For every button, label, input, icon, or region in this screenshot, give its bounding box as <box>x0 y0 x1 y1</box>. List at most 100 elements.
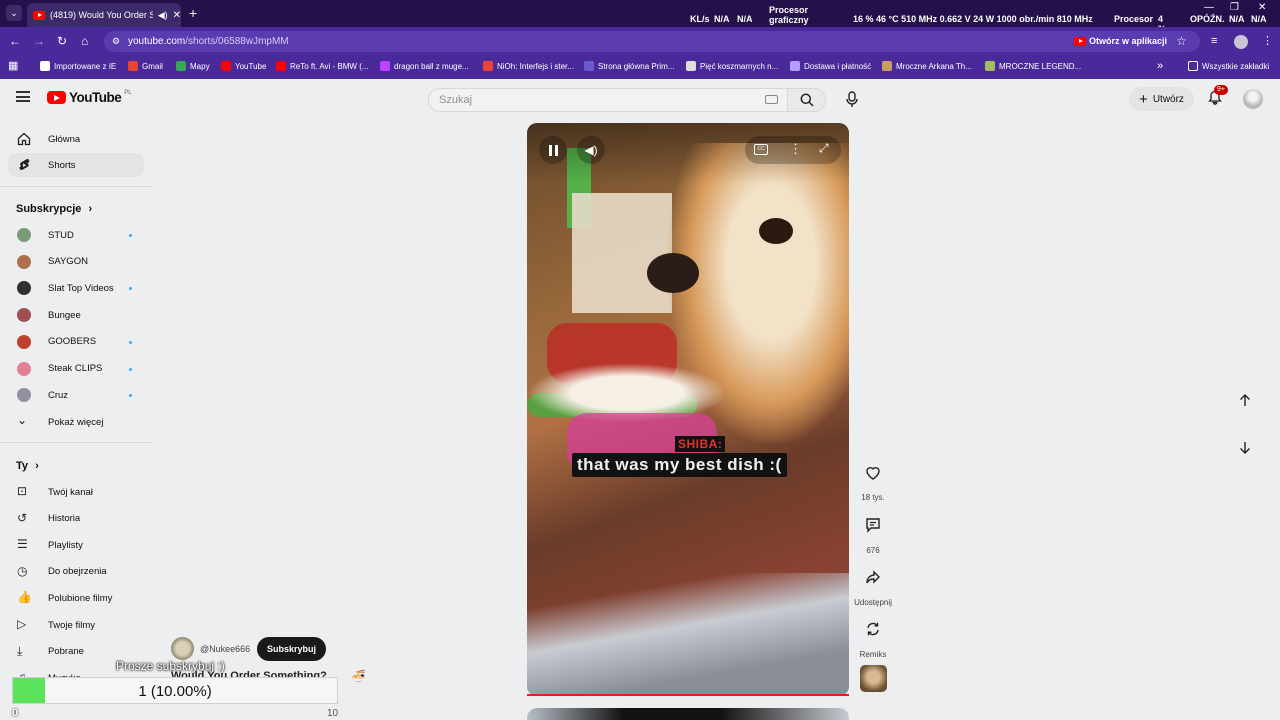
short-video-player[interactable]: ◀) CC ⋮ ⤢ <box>527 123 849 696</box>
browser-tab-bar: ⌄ (4819) Would You Order So ◀) ✕ + KL/s … <box>0 0 1280 34</box>
fullscreen-icon[interactable]: ⤢ <box>819 141 829 156</box>
sidebar-item-you[interactable]: ▷ Twoje filmy <box>8 613 144 637</box>
subscribe-goal-bar: 1 (10.00%) <box>12 677 338 704</box>
bookmark-label: Importowane z IE <box>54 61 117 71</box>
caption-text: that was my best dish :( <box>572 453 787 477</box>
reload-icon[interactable]: ↻ <box>57 35 67 47</box>
playlist-icon: ☰ <box>17 537 28 552</box>
bookmark-favicon-icon <box>40 61 50 71</box>
sidebar-item-you[interactable]: ☰ Playlisty <box>8 533 144 557</box>
comment-icon <box>866 518 880 533</box>
bookmark-label: Dostawa i płatność <box>804 61 872 71</box>
video-progress-bar[interactable] <box>527 694 849 696</box>
bookmark-item[interactable]: Importowane z IE <box>40 61 116 71</box>
captions-icon[interactable]: CC <box>754 144 768 155</box>
you-header[interactable]: Ty › <box>16 460 39 472</box>
restore-icon[interactable]: ❐ <box>1230 2 1239 14</box>
new-tab-button[interactable]: + <box>189 6 197 20</box>
hw-na1: N/A <box>714 14 730 24</box>
bookmark-item[interactable]: ReTo ft. Avi - BMW (... <box>276 61 369 71</box>
keyboard-icon[interactable] <box>765 95 778 104</box>
url-field[interactable]: ⚙ youtube.com/shorts/06588wJmpMM Otwórz … <box>104 31 1200 52</box>
sidebar-item-label: Shorts <box>48 159 76 171</box>
subscriptions-header[interactable]: Subskrypcje › <box>16 203 92 215</box>
browser-menu-icon[interactable]: ⋮ <box>1262 35 1273 47</box>
sidebar-item-subscription[interactable]: GOOBERS <box>8 330 144 354</box>
channel-handle[interactable]: @Nukee666 <box>200 644 250 654</box>
next-short-button[interactable] <box>1228 431 1262 465</box>
new-content-dot <box>129 340 132 344</box>
comment-count: 676 <box>866 546 880 555</box>
sidebar-item-you[interactable]: ↺ Historia <box>8 507 144 531</box>
previous-short-button[interactable] <box>1228 383 1262 417</box>
tab-close-icon[interactable]: ✕ <box>173 10 181 21</box>
search-input[interactable]: Szukaj <box>428 88 788 112</box>
media-controls-icon[interactable]: ≡ <box>1211 35 1217 47</box>
create-button[interactable]: + Utwórz <box>1129 87 1194 111</box>
bookmark-item[interactable]: Strona główna Prim... <box>584 61 674 71</box>
share-button[interactable] <box>858 562 888 592</box>
bookmark-favicon-icon <box>882 61 892 71</box>
sidebar-item-you[interactable]: ⊡ Twój kanał <box>8 480 144 504</box>
bookmark-item[interactable]: NiOh: Interfejs i ster... <box>483 61 574 71</box>
bookmark-item[interactable]: Mroczne Arkana Th... <box>882 61 972 71</box>
sidebar-item-shorts[interactable]: Shorts <box>8 153 144 177</box>
sidebar-item-subscription[interactable]: Slat Top Videos <box>8 276 144 300</box>
sidebar-item-label: Bungee <box>48 309 81 321</box>
next-short-preview[interactable] <box>527 708 849 720</box>
more-options-icon[interactable]: ⋮ <box>789 141 802 157</box>
remix-button[interactable] <box>858 614 888 644</box>
site-info-icon[interactable]: ⚙ <box>112 31 120 52</box>
like-button[interactable] <box>858 458 888 488</box>
minimize-icon[interactable]: — <box>1204 2 1214 14</box>
profile-avatar-browser[interactable] <box>1234 35 1248 49</box>
all-bookmarks[interactable]: Wszystkie zakładki <box>1188 61 1269 71</box>
tab-search-icon[interactable]: ⌄ <box>6 5 22 21</box>
sidebar-item-label: Pobrane <box>48 646 84 658</box>
volume-button[interactable]: ◀) <box>577 136 605 164</box>
sidebar-item-home[interactable]: Główna <box>8 127 144 151</box>
browser-tab[interactable]: (4819) Would You Order So ◀) ✕ <box>27 3 181 27</box>
account-avatar[interactable] <box>1243 89 1263 109</box>
video-icon: ▷ <box>17 617 27 631</box>
bookmark-star-icon[interactable]: ☆ <box>1176 31 1187 52</box>
url-host: youtube.com <box>128 36 186 47</box>
bookmark-item[interactable]: Mapy <box>176 61 210 71</box>
home-browser-icon[interactable]: ⌂ <box>81 35 88 47</box>
heart-icon <box>866 467 880 480</box>
sidebar-item-subscription[interactable]: Cruz <box>8 383 144 407</box>
bookmarks-overflow-icon[interactable]: » <box>1157 60 1163 72</box>
sidebar-item-you[interactable]: 👍 Polubione filmy <box>8 586 144 610</box>
subscribe-button[interactable]: Subskrybuj <box>257 637 327 661</box>
sound-thumbnail[interactable] <box>860 665 887 692</box>
sidebar-item-subscription[interactable]: Steak CLIPS <box>8 357 144 381</box>
show-more-button[interactable]: ⌄ Pokaż więcej <box>8 410 144 434</box>
sidebar-item-subscription[interactable]: Bungee <box>8 303 144 327</box>
notifications-button[interactable]: 9+ <box>1207 85 1228 106</box>
hw-na4: N/A <box>1251 14 1267 24</box>
open-in-app-label: Otwórz w aplikacji <box>1089 36 1168 46</box>
bookmark-item[interactable]: dragon ball z muge... <box>380 61 469 71</box>
youtube-logo[interactable]: YouTube PL <box>47 90 132 105</box>
sidebar-item-you[interactable]: ◷ Do obejrzenia <box>8 560 144 584</box>
bookmark-item[interactable]: Gmail <box>128 61 163 71</box>
apps-grid-icon[interactable]: ▦ <box>8 60 18 72</box>
bookmark-item[interactable]: Pięć koszmarnych n... <box>686 61 778 71</box>
window-close-icon[interactable]: ✕ <box>1258 2 1266 14</box>
search-button[interactable] <box>788 88 826 112</box>
guide-menu-icon[interactable] <box>16 91 30 102</box>
channel-avatar[interactable] <box>171 637 194 660</box>
open-in-app-button[interactable]: Otwórz w aplikacji <box>1074 31 1167 52</box>
bookmark-item[interactable]: YouTube <box>221 61 266 71</box>
sidebar-item-subscription[interactable]: SAYGON <box>8 250 144 274</box>
comments-button[interactable] <box>858 510 888 540</box>
sidebar-item-subscription[interactable]: STUD <box>8 223 144 247</box>
bookmark-item[interactable]: Dostawa i płatność <box>790 61 871 71</box>
pause-button[interactable] <box>539 136 567 164</box>
voice-search-button[interactable] <box>845 91 859 108</box>
tab-audio-icon[interactable]: ◀) <box>158 10 168 21</box>
sidebar-item-label: GOOBERS <box>48 336 97 348</box>
bookmark-item[interactable]: MROCZNE LEGEND... <box>985 61 1081 71</box>
back-icon[interactable]: ← <box>9 35 21 47</box>
forward-icon[interactable]: → <box>33 35 45 47</box>
